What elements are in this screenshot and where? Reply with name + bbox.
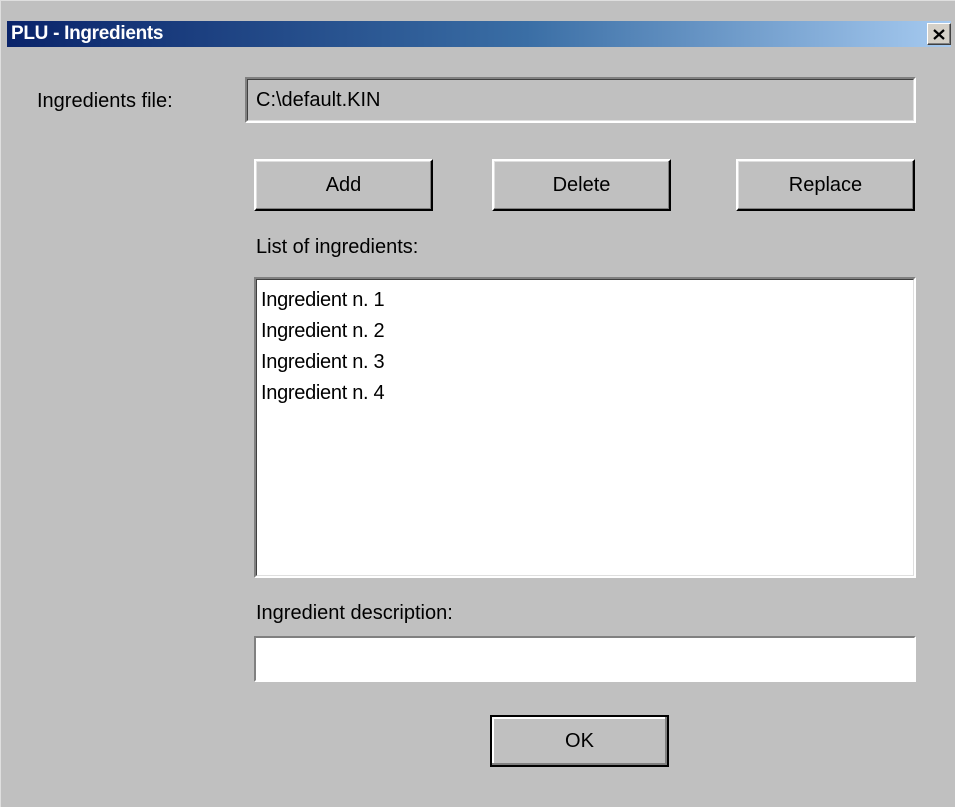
list-item[interactable]: Ingredient n. 3 [261, 347, 385, 378]
ingredients-file-value: C:\default.KIN [256, 89, 381, 111]
ingredients-listbox[interactable]: Ingredient n. 1 Ingredient n. 2 Ingredient… [254, 277, 916, 578]
replace-button[interactable]: Replace [736, 159, 915, 211]
list-item[interactable]: Ingredient n. 1 [261, 285, 385, 316]
replace-button-label: Replace [788, 174, 863, 196]
ingredients-file-field[interactable]: C:\default.KIN [245, 77, 916, 123]
delete-button-label: Delete [552, 174, 611, 196]
add-button[interactable]: Add [254, 159, 433, 211]
window-title: PLU - Ingredients [11, 23, 164, 44]
ingredients-file-label: Ingredients file: [37, 90, 173, 112]
close-icon [933, 28, 945, 40]
ok-button-label: OK [565, 730, 594, 752]
list-item[interactable]: Ingredient n. 4 [261, 378, 385, 409]
ingredients-list: Ingredient n. 1 Ingredient n. 2 Ingredient… [261, 285, 385, 409]
delete-button[interactable]: Delete [492, 159, 671, 211]
close-button[interactable] [927, 23, 951, 45]
ingredient-description-field[interactable] [254, 636, 916, 682]
ingredient-description-label: Ingredient description: [256, 602, 453, 624]
dialog-window: PLU - Ingredients Ingredients file: C:\d… [0, 0, 955, 807]
ok-button[interactable]: OK [490, 715, 669, 767]
title-bar[interactable]: PLU - Ingredients [7, 21, 951, 47]
list-item[interactable]: Ingredient n. 2 [261, 316, 385, 347]
add-button-label: Add [325, 174, 362, 196]
list-of-ingredients-label: List of ingredients: [256, 236, 419, 258]
ingredient-description-input[interactable] [256, 638, 914, 680]
